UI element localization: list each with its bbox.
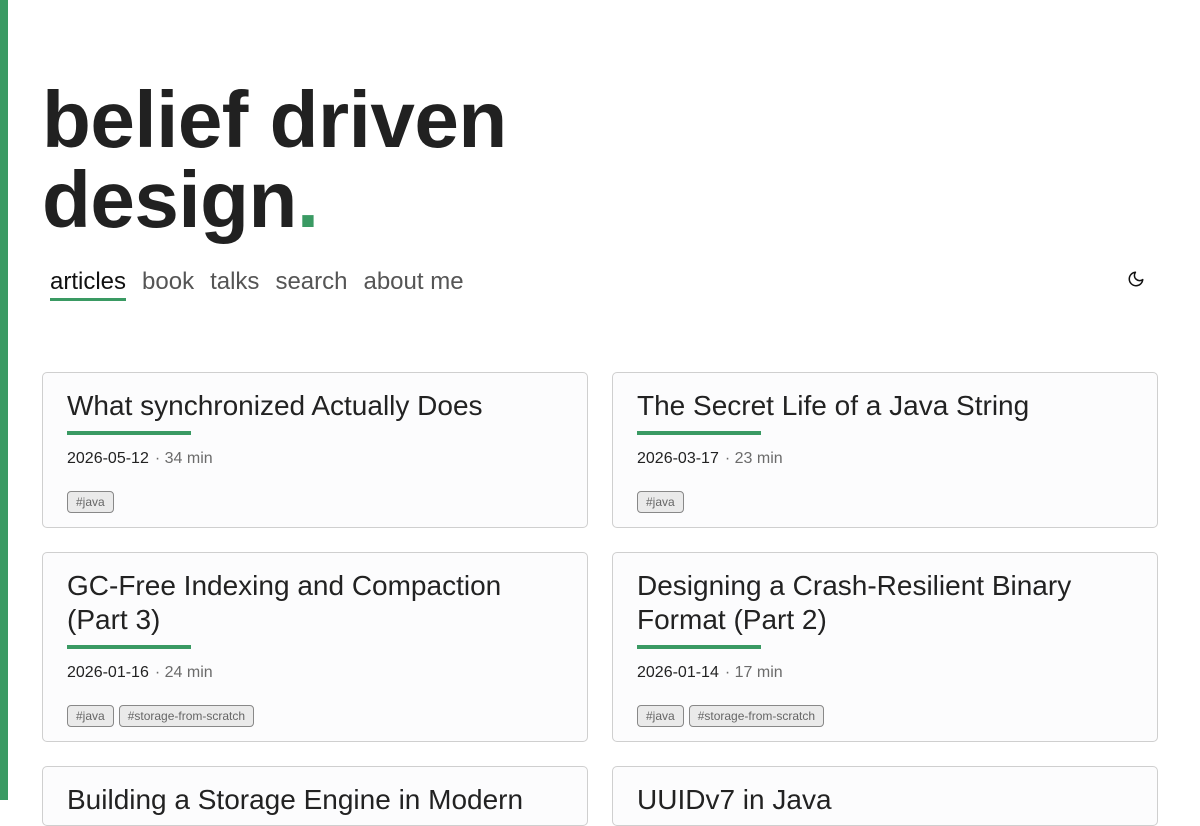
moon-icon [1128,271,1144,287]
article-title[interactable]: What synchronized Actually Does [67,389,563,423]
article-date: 2026-01-16 [67,664,149,681]
tag-java[interactable]: #java [637,705,684,727]
site-title-line1: belief driven [42,75,507,164]
nav-about-me[interactable]: about me [363,266,463,301]
site-title-line2: design [42,155,297,244]
article-title[interactable]: Designing a Crash-Resilient Binary Forma… [637,569,1133,637]
article-card[interactable]: Building a Storage Engine in Modern [42,766,588,826]
article-date: 2026-03-17 [637,450,719,467]
nav-search[interactable]: search [275,266,347,301]
title-underline [637,431,761,435]
tag-list: #java #storage-from-scratch [67,705,563,727]
site-title-dot: . [296,155,319,244]
main-nav: articles book talks search about me [50,266,464,301]
title-underline [637,645,761,649]
left-accent-bar [0,0,8,800]
article-title[interactable]: GC-Free Indexing and Compaction (Part 3) [67,569,563,637]
tag-storage-from-scratch[interactable]: #storage-from-scratch [688,705,825,727]
article-title[interactable]: Building a Storage Engine in Modern [67,783,563,817]
article-title[interactable]: UUIDv7 in Java [637,783,1133,817]
tag-java[interactable]: #java [637,491,684,513]
article-duration: · 17 min [724,664,783,681]
nav-book[interactable]: book [142,266,194,301]
article-meta: 2026-03-17 · 23 min [637,449,1133,469]
article-duration: · 24 min [154,664,213,681]
title-underline [67,645,191,649]
title-underline [67,431,191,435]
article-grid: What synchronized Actually Does 2026-05-… [42,372,1158,826]
article-meta: 2026-01-16 · 24 min [67,663,563,683]
article-date: 2026-05-12 [67,450,149,467]
nav-articles[interactable]: articles [50,266,127,301]
nav-talks[interactable]: talks [210,266,259,301]
article-duration: · 34 min [154,450,213,467]
tag-java[interactable]: #java [67,705,114,727]
tag-storage-from-scratch[interactable]: #storage-from-scratch [118,705,255,727]
article-meta: 2026-05-12 · 34 min [67,449,563,469]
article-meta: 2026-01-14 · 17 min [637,663,1133,683]
tag-java[interactable]: #java [67,491,114,513]
article-card[interactable]: The Secret Life of a Java String 2026-03… [612,372,1158,528]
article-card[interactable]: Designing a Crash-Resilient Binary Forma… [612,552,1158,742]
article-card[interactable]: What synchronized Actually Does 2026-05-… [42,372,588,528]
site-title[interactable]: belief driven design. [42,80,507,240]
article-title[interactable]: The Secret Life of a Java String [637,389,1133,423]
tag-list: #java [67,491,563,513]
article-card[interactable]: UUIDv7 in Java [612,766,1158,826]
tag-list: #java #storage-from-scratch [637,705,1133,727]
article-date: 2026-01-14 [637,664,719,681]
theme-toggle-button[interactable] [1124,267,1148,291]
article-card[interactable]: GC-Free Indexing and Compaction (Part 3)… [42,552,588,742]
tag-list: #java [637,491,1133,513]
article-duration: · 23 min [724,450,783,467]
